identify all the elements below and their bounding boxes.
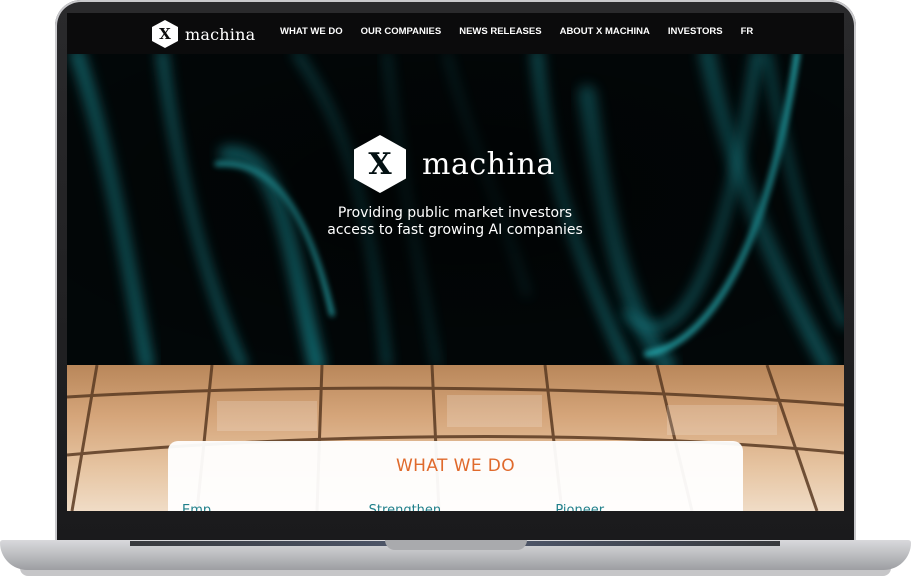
hero-tagline: Providing public market investors access… (255, 205, 655, 239)
hero-tagline-line-1: Providing public market investors (337, 205, 573, 221)
nav-item-news-releases[interactable]: NEWS RELEASES (459, 26, 541, 37)
website-screen: X machina WHAT WE DO OUR COMPANIES NEWS … (67, 13, 844, 511)
nav-logo[interactable]: X machina (152, 19, 255, 49)
feature-column-2: Strengthen... (368, 503, 454, 511)
nav-item-about[interactable]: ABOUT X MACHINA (560, 26, 650, 37)
feature-column-3: Pioneer... (555, 503, 616, 511)
nav-menu: WHAT WE DO OUR COMPANIES NEWS RELEASES A… (280, 26, 771, 37)
hero-wordmark: machina (422, 146, 555, 182)
hero-banner: X machina Providing public market invest… (67, 54, 844, 365)
nav-item-our-companies[interactable]: OUR COMPANIES (361, 26, 442, 37)
logo-wordmark: machina (185, 24, 256, 44)
hero-logo: X machina (354, 135, 555, 193)
feature-columns: Emp... Strengthen... Pioneer... (182, 503, 742, 511)
laptop-notch (385, 540, 527, 550)
what-we-do-card: WHAT WE DO Emp... Strengthen... Pioneer.… (168, 441, 743, 511)
feature-column-1: Emp... (182, 503, 224, 511)
hero-logo-mark: X (368, 146, 392, 182)
section-title: WHAT WE DO (395, 456, 516, 476)
what-we-do-section: WHAT WE DO Emp... Strengthen... Pioneer.… (67, 365, 844, 511)
nav-item-what-we-do[interactable]: WHAT WE DO (280, 26, 343, 37)
hexagon-logo-icon: X (152, 20, 178, 48)
top-navbar: X machina WHAT WE DO OUR COMPANIES NEWS … (67, 13, 844, 54)
nav-item-language-fr[interactable]: FR (741, 26, 754, 37)
hexagon-logo-icon: X (354, 135, 406, 193)
nav-item-investors[interactable]: INVESTORS (668, 26, 723, 37)
logo-mark: X (159, 25, 171, 43)
hero-tagline-line-2: access to fast growing AI companies (327, 222, 583, 238)
